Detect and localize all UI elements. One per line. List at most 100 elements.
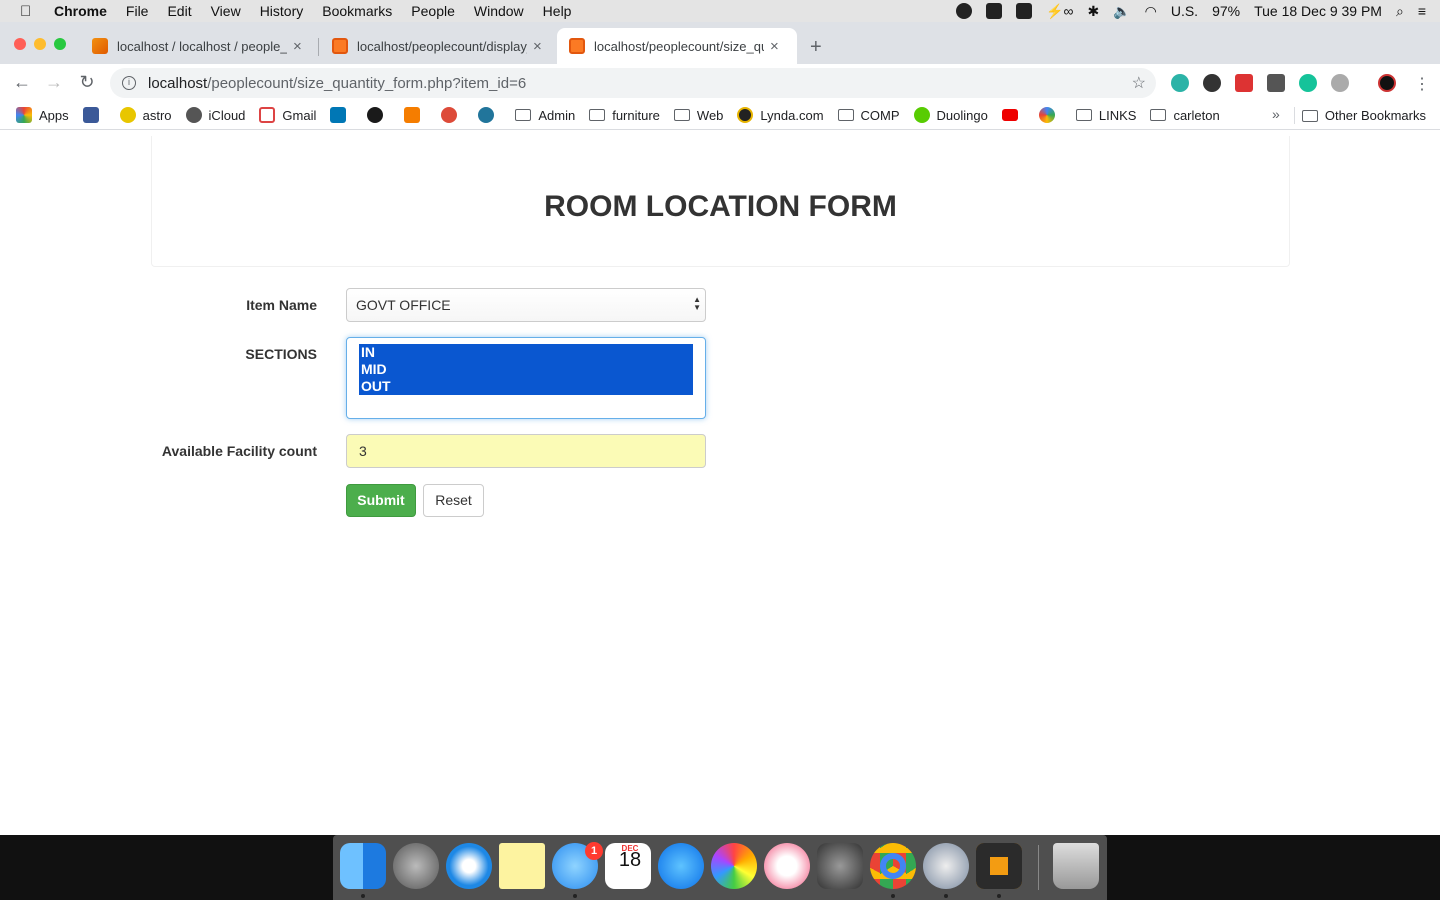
menu-help[interactable]: Help [543,3,572,19]
app-store-icon[interactable] [658,843,704,889]
minimize-window-icon[interactable] [34,38,46,50]
sections-option-mid[interactable]: MID [359,361,693,378]
address-bar[interactable]: i localhost/peoplecount/size_quantity_fo… [110,68,1156,98]
menu-view[interactable]: View [211,3,241,19]
linkedin-icon [330,107,347,123]
sections-multiselect[interactable]: IN MID OUT [346,337,706,419]
bookmark-linkedin[interactable] [330,107,353,123]
notification-center-icon[interactable]: ≡ [1418,3,1426,19]
tab-close-icon[interactable]: × [770,38,779,55]
volume-icon[interactable]: 🔈 [1113,3,1130,20]
bookmark-web[interactable]: Web [673,108,723,123]
finder-icon[interactable] [340,843,386,889]
sections-option-in[interactable]: IN [359,344,693,361]
apps-grid-icon [16,107,32,123]
itunes-icon[interactable] [764,843,810,889]
tab-title: localhost / localhost / people_c [117,38,287,54]
clock[interactable]: Tue 18 Dec 9 39 PM [1254,3,1382,19]
layers-icon[interactable] [986,3,1003,19]
profile-avatar[interactable] [1378,74,1396,92]
bookmark-tumblr[interactable] [367,107,390,123]
menu-bookmarks[interactable]: Bookmarks [322,3,392,19]
bookmark-apps[interactable]: Apps [16,107,69,123]
bookmark-duolingo[interactable]: Duolingo [913,107,988,123]
bookmark-lynda[interactable]: Lynda.com [737,107,824,123]
bookmark-label: astro [142,107,172,123]
extension-pin-icon[interactable] [1235,74,1253,92]
bookmark-google[interactable] [1038,107,1062,123]
settings-gear-icon[interactable] [923,843,969,889]
bookmark-gmail[interactable]: Gmail [259,107,316,123]
chrome-menu-icon[interactable]: ⋮ [1414,74,1430,94]
item-name-select[interactable]: GOVT OFFICE ▲ ▼ [346,288,706,322]
bookmark-carleton[interactable]: carleton [1150,108,1220,123]
running-indicator [361,894,365,898]
bookmark-astro[interactable]: astro [119,107,172,123]
facility-count-input[interactable]: 3 [346,434,706,468]
cloud-icon[interactable] [1016,3,1033,19]
tab-display[interactable]: localhost/peoplecount/display_ × [320,28,552,64]
menu-app-name[interactable]: Chrome [54,3,107,19]
launchpad-icon[interactable] [393,843,439,889]
bookmark-admin[interactable]: Admin [515,108,575,123]
bluetooth-icon[interactable]: ✱ [1087,3,1099,20]
zoom-window-icon[interactable] [54,38,66,50]
menu-window[interactable]: Window [474,3,524,19]
submit-button[interactable]: Submit [346,484,416,517]
menu-edit[interactable]: Edit [167,3,191,19]
running-indicator [573,894,577,898]
bookmark-youtube[interactable] [1001,109,1025,121]
bookmark-comp[interactable]: COMP [837,108,900,123]
bookmark-furniture[interactable]: furniture [589,108,660,123]
sublime-text-icon[interactable] [976,843,1022,889]
tab-close-icon[interactable]: × [293,38,302,55]
folder-icon [673,109,690,121]
grammarly-icon[interactable] [1299,74,1317,92]
extension-m-icon[interactable] [1171,74,1189,92]
bookmark-other[interactable]: Other Bookmarks [1301,108,1426,123]
sections-option-out[interactable]: OUT [359,378,693,395]
tab-size-quantity-form[interactable]: localhost/peoplecount/size_qu × [557,28,797,64]
input-source[interactable]: U.S. [1171,3,1198,19]
chrome-icon[interactable] [870,843,916,889]
back-arrow-icon[interactable]: ← [12,72,32,93]
status-area: ⚡∞ ✱ 🔈 ◠ U.S. 97% Tue 18 Dec 9 39 PM ⌕ ≡ [956,0,1440,22]
bookmark-facebook[interactable] [82,107,106,123]
close-window-icon[interactable] [14,38,26,50]
tab-title: localhost/peoplecount/display_ [357,38,527,54]
bookmarks-overflow-icon[interactable]: » [1272,106,1280,122]
bookmark-wordpress[interactable] [478,107,501,123]
menu-history[interactable]: History [260,3,304,19]
extension-t-icon[interactable] [1267,74,1285,92]
reset-button[interactable]: Reset [423,484,484,517]
system-preferences-icon[interactable] [817,843,863,889]
bookmark-star-icon[interactable]: ☆ [1132,73,1146,93]
spotlight-icon[interactable]: ⌕ [1396,3,1404,20]
extension-quote-icon[interactable] [1203,74,1221,92]
menu-people[interactable]: People [411,3,455,19]
tab-close-icon[interactable]: × [533,38,542,55]
extension-link-icon[interactable] [1331,74,1349,92]
bookmark-icloud[interactable]: iCloud [185,107,245,123]
trash-icon[interactable] [1053,843,1099,889]
tab-phpmyadmin[interactable]: localhost / localhost / people_c × [80,28,312,64]
power-icon[interactable]: ⚡∞ [1046,3,1073,20]
photos-icon[interactable] [711,843,757,889]
notes-icon[interactable] [499,843,545,889]
bookmark-links[interactable]: LINKS [1075,108,1136,123]
info-icon[interactable]: i [122,76,136,90]
new-tab-button[interactable]: + [810,36,822,59]
bookmark-label: furniture [612,107,660,123]
running-indicator [891,894,895,898]
bookmark-google-plus[interactable] [441,107,464,123]
bookmark-blogger[interactable] [404,107,427,123]
bookmark-label: Other Bookmarks [1324,108,1426,123]
menu-file[interactable]: File [126,3,149,19]
battery-text[interactable]: 97% [1212,3,1240,19]
apple-menu-icon[interactable]:  [20,3,38,20]
safari-icon[interactable] [446,843,492,889]
reload-icon[interactable]: ↻ [77,72,97,93]
forward-arrow-icon[interactable]: → [44,72,64,93]
sync-icon[interactable] [956,3,973,19]
wifi-icon[interactable]: ◠ [1145,3,1157,20]
